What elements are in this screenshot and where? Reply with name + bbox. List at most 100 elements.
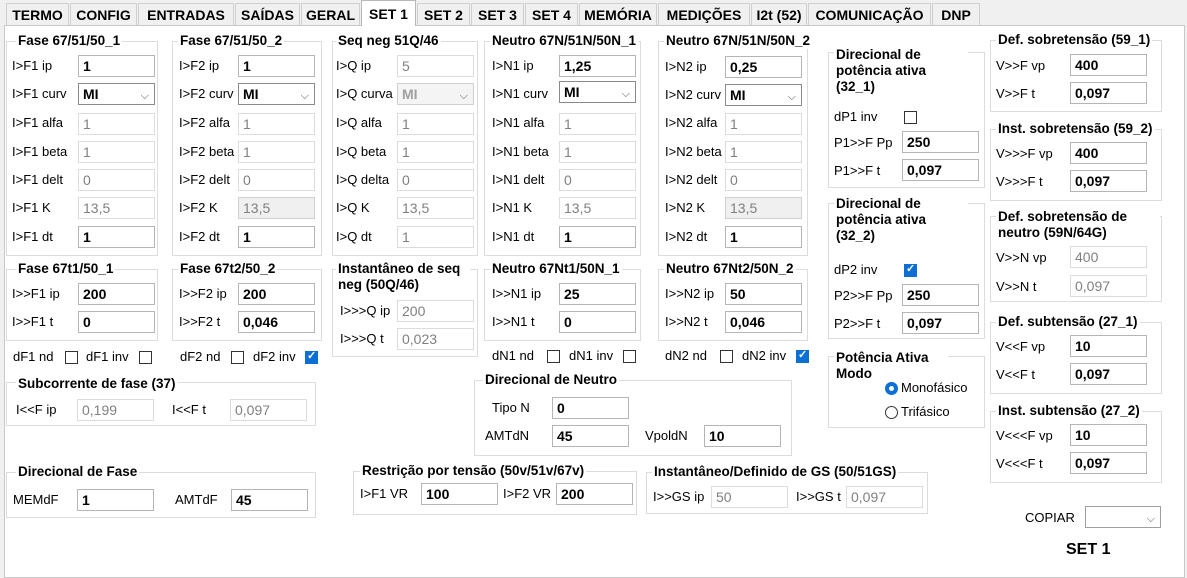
trifasico-radio[interactable] xyxy=(885,406,898,419)
i-q-k-input[interactable]: 13,5 xyxy=(397,197,474,219)
i-n2-inst-t-input[interactable]: 0,046 xyxy=(725,311,802,333)
df1-nd-checkbox[interactable] xyxy=(65,351,78,364)
i-n2-curv-select[interactable]: MI ⌵ xyxy=(725,84,802,106)
v-sub-t-input[interactable]: 0,097 xyxy=(1070,363,1147,385)
dn2-nd-checkbox[interactable] xyxy=(720,350,733,363)
i-f2-delt-input[interactable]: 0 xyxy=(238,169,315,191)
df2-nd-checkbox[interactable] xyxy=(231,351,244,364)
i-n2-dt-input[interactable]: 1 xyxy=(725,226,802,248)
i-f1-ip-input[interactable]: 1 xyxy=(78,55,155,77)
i-n1-delt-input[interactable]: 0 xyxy=(559,169,636,191)
v-n-vp-input[interactable]: 400 xyxy=(1070,246,1147,268)
i-n1-beta-input[interactable]: 1 xyxy=(559,141,636,163)
dp1-inv-checkbox[interactable] xyxy=(904,111,917,124)
i-f1-curv-select[interactable]: MI ⌵ xyxy=(78,83,155,105)
i-f1-inst-ip-input[interactable]: 200 xyxy=(78,283,155,305)
v-f-inst-t-input[interactable]: 0,097 xyxy=(1070,170,1147,192)
i-f-sub-ip-input[interactable]: 0,199 xyxy=(77,399,154,421)
tab-set-4[interactable]: SET 4 xyxy=(525,3,578,25)
i-q-delta-input[interactable]: 0 xyxy=(397,169,474,191)
df2-inv-checkbox[interactable] xyxy=(305,349,318,364)
i-gs-ip-input[interactable]: 50 xyxy=(711,486,788,508)
i-n2-beta-input[interactable]: 1 xyxy=(725,141,802,163)
tab-comunicacao[interactable]: COMUNICAÇÃO xyxy=(808,3,931,25)
tab-entradas[interactable]: ENTRADAS xyxy=(138,3,234,25)
i-f2-curv-select[interactable]: MI ⌵ xyxy=(238,83,315,105)
tab-geral[interactable]: GERAL xyxy=(301,3,360,25)
i-n1-ip-input[interactable]: 1,25 xyxy=(559,55,636,77)
i-f1-beta-input[interactable]: 1 xyxy=(78,141,155,163)
i-n1-inst-t-input[interactable]: 0 xyxy=(559,311,636,333)
tab-config[interactable]: CONFIG xyxy=(70,3,137,25)
tab-memoria[interactable]: MEMÓRIA xyxy=(579,3,657,25)
df1-inv-checkbox[interactable] xyxy=(139,351,152,364)
tab-termo[interactable]: TERMO xyxy=(6,3,69,25)
i-q-beta-input[interactable]: 1 xyxy=(397,141,474,163)
vpoldn-input[interactable]: 10 xyxy=(704,425,781,447)
i-f1-inst-t-input[interactable]: 0 xyxy=(78,311,155,333)
i-f1-vr-input[interactable]: 100 xyxy=(421,483,498,505)
p1-t-input[interactable]: 0,097 xyxy=(902,159,979,181)
field-label: I>F2 beta xyxy=(179,144,235,159)
i-f2-dt-input[interactable]: 1 xyxy=(238,226,315,248)
dn1-nd-checkbox[interactable] xyxy=(547,350,560,363)
tipo-n-input[interactable]: 0 xyxy=(552,397,629,419)
v-f-vp-input[interactable]: 400 xyxy=(1070,54,1147,76)
i-n2-alfa-input[interactable]: 1 xyxy=(725,113,802,135)
i-q-curva-select[interactable]: MI ⌵ xyxy=(397,83,474,105)
i-n1-dt-input[interactable]: 1 xyxy=(559,226,636,248)
tab-medicoes[interactable]: MEDIÇÕES xyxy=(658,3,750,25)
memdf-input[interactable]: 1 xyxy=(77,489,154,511)
i-gs-t-input[interactable]: 0,097 xyxy=(846,486,923,508)
v-n-t-input[interactable]: 0,097 xyxy=(1070,275,1147,297)
i-f2-beta-input[interactable]: 1 xyxy=(238,141,315,163)
i-q-inst-t-input[interactable]: 0,023 xyxy=(397,328,474,350)
i-n2-ip-input[interactable]: 0,25 xyxy=(725,56,802,78)
i-f1-delt-input[interactable]: 0 xyxy=(78,169,155,191)
v-sub-inst-vp-input[interactable]: 10 xyxy=(1070,424,1147,446)
i-f1-k-input[interactable]: 13,5 xyxy=(78,197,155,219)
amtdn-input[interactable]: 45 xyxy=(552,425,629,447)
i-n1-alfa-input[interactable]: 1 xyxy=(559,113,636,135)
group-title: Inst. subtensão (27_2) xyxy=(996,403,1142,419)
v-f-t-input[interactable]: 0,097 xyxy=(1070,82,1147,104)
i-q-alfa-input[interactable]: 1 xyxy=(397,113,474,135)
i-n2-k-input[interactable]: 13,5 xyxy=(725,197,802,219)
checkbox-label: dP2 inv xyxy=(834,262,878,277)
i-f1-dt-input[interactable]: 1 xyxy=(78,226,155,248)
i-n1-curv-select[interactable]: MI ⌵ xyxy=(559,81,636,103)
i-q-ip-input[interactable]: 5 xyxy=(397,55,474,77)
amtdf-input[interactable]: 45 xyxy=(231,489,308,511)
i-f1-alfa-input[interactable]: 1 xyxy=(78,113,155,135)
dp2-inv-checkbox[interactable] xyxy=(904,262,917,277)
p2-t-input[interactable]: 0,097 xyxy=(902,312,979,334)
v-sub-vp-input[interactable]: 10 xyxy=(1070,335,1147,357)
i-f-sub-t-input[interactable]: 0,097 xyxy=(230,399,307,421)
i-f2-inst-t-input[interactable]: 0,046 xyxy=(238,311,315,333)
i-f2-ip-input[interactable]: 1 xyxy=(238,55,315,77)
tab-set-1[interactable]: SET 1 xyxy=(361,0,416,26)
tab-saidas[interactable]: SAÍDAS xyxy=(235,3,300,25)
tab-dnp[interactable]: DNP xyxy=(932,3,980,25)
i-n1-k-input[interactable]: 13,5 xyxy=(559,197,636,219)
i-q-dt-input[interactable]: 1 xyxy=(397,226,474,248)
tab-i2t[interactable]: I2t (52) xyxy=(751,3,807,25)
dn1-inv-checkbox[interactable] xyxy=(623,350,636,363)
copiar-select[interactable]: ⌵ xyxy=(1085,506,1161,528)
v-f-inst-vp-input[interactable]: 400 xyxy=(1070,142,1147,164)
tab-set-3[interactable]: SET 3 xyxy=(471,3,524,25)
p2-pp-input[interactable]: 250 xyxy=(902,284,979,306)
i-f2-vr-input[interactable]: 200 xyxy=(556,483,633,505)
i-n2-delt-input[interactable]: 0 xyxy=(725,169,802,191)
dn2-inv-checkbox[interactable] xyxy=(796,348,809,363)
i-n2-inst-ip-input[interactable]: 50 xyxy=(725,283,802,305)
i-f2-inst-ip-input[interactable]: 200 xyxy=(238,283,315,305)
monofasico-radio[interactable] xyxy=(885,382,898,395)
p1-pp-input[interactable]: 250 xyxy=(902,131,979,153)
v-sub-inst-t-input[interactable]: 0,097 xyxy=(1070,452,1147,474)
i-f2-k-input[interactable]: 13,5 xyxy=(238,197,315,219)
tab-set-2[interactable]: SET 2 xyxy=(417,3,470,25)
i-f2-alfa-input[interactable]: 1 xyxy=(238,113,315,135)
i-n1-inst-ip-input[interactable]: 25 xyxy=(559,283,636,305)
i-q-inst-ip-input[interactable]: 200 xyxy=(397,300,474,322)
